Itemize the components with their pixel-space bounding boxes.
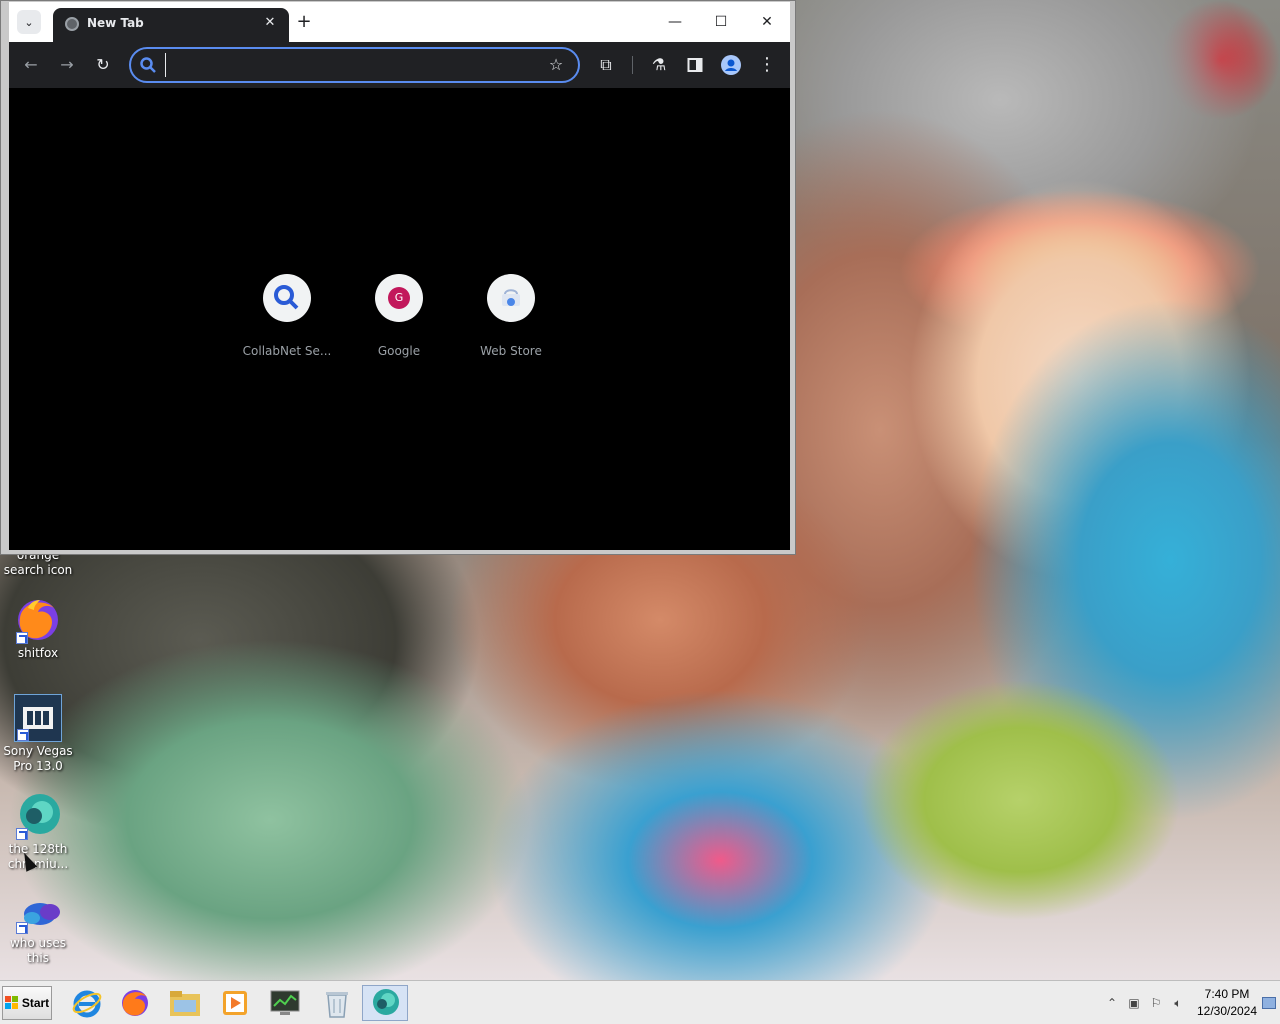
taskbar-app-task-manager[interactable] <box>262 985 308 1021</box>
flask-icon: ⚗ <box>651 55 667 74</box>
tile-label: CollabNet Se... <box>242 344 332 358</box>
clock-time[interactable]: 7:40 PM <box>1186 987 1268 1001</box>
tab-search-button[interactable]: ⌄ <box>17 10 41 34</box>
tab-new-tab[interactable]: New Tab ✕ <box>53 8 289 42</box>
tile-label: Google <box>377 344 421 358</box>
chevron-down-icon: ⌄ <box>24 15 34 29</box>
tray-expand-icon[interactable]: ⌃ <box>1104 995 1120 1011</box>
side-panel-button[interactable] <box>682 52 708 78</box>
minimize-button[interactable]: — <box>655 6 695 38</box>
back-button[interactable]: ← <box>18 52 44 78</box>
browser-titlebar[interactable]: ⌄ New Tab ✕ + — ☐ ✕ <box>9 2 790 42</box>
arrow-right-icon: → <box>60 55 74 74</box>
taskbar-app-media-player[interactable] <box>212 985 258 1021</box>
close-window-button[interactable]: ✕ <box>747 6 787 38</box>
taskbar-app-file-explorer[interactable] <box>162 985 208 1021</box>
tile-icon-bg: G <box>375 274 423 322</box>
browser-toolbar: ← → ↻ ☆ ⧉ ⚗ ⋮ <box>9 42 790 88</box>
desktop-icon-shitfox[interactable]: shitfox <box>0 596 76 661</box>
shortcut-arrow-icon <box>16 922 28 934</box>
tab-close-button[interactable]: ✕ <box>261 14 279 32</box>
recycle-bin-icon <box>326 992 348 1018</box>
edge-icon <box>14 898 62 934</box>
browser-window: ⌄ New Tab ✕ + — ☐ ✕ ← → ↻ ☆ ⧉ ⚗ ⋮ Collab… <box>0 0 796 555</box>
desktop-icon-label: the 128th chromiu... <box>7 842 69 871</box>
shortcut-arrow-icon <box>16 632 28 644</box>
ie-icon <box>72 990 102 1018</box>
tile-label: Web Store <box>480 344 542 358</box>
menu-button[interactable]: ⋮ <box>754 52 780 78</box>
shortcut-arrow-icon <box>17 729 29 741</box>
globe-icon <box>65 17 79 31</box>
toolbar-divider <box>632 56 633 74</box>
volume-icon[interactable]: 🔈︎ <box>1170 995 1186 1011</box>
chromium-icon <box>14 792 62 840</box>
monitor-icon <box>270 990 300 1015</box>
labs-button[interactable]: ⚗ <box>646 52 672 78</box>
desktop-icon-who-uses-this[interactable]: who uses this <box>0 898 76 966</box>
taskbar-app-recycle-bin[interactable] <box>314 985 360 1021</box>
new-tab-button[interactable]: + <box>292 10 316 34</box>
tile-icon-bg <box>263 274 311 322</box>
arrow-left-icon: ← <box>24 55 38 74</box>
desktop-icon-label: shitfox <box>17 646 59 660</box>
clock-date[interactable]: 12/30/2024 <box>1186 1004 1268 1018</box>
shortcut-arrow-icon <box>16 828 28 840</box>
search-icon <box>274 285 299 310</box>
reload-icon: ↻ <box>96 55 110 74</box>
web-store-icon <box>502 289 520 306</box>
taskbar-app-chromium[interactable] <box>362 985 408 1021</box>
kebab-menu-icon: ⋮ <box>758 54 776 75</box>
search-icon <box>140 57 156 73</box>
address-input[interactable] <box>165 53 525 77</box>
film-icon <box>14 694 62 742</box>
profile-button[interactable] <box>718 52 744 78</box>
desktop-icon-label: Sony Vegas Pro 13.0 <box>3 744 73 773</box>
new-tab-page: CollabNet Se... G Google Web Store <box>9 88 790 550</box>
media-icon <box>223 991 247 1015</box>
firefox-icon <box>14 596 62 644</box>
desktop-icon-sony-vegas[interactable]: Sony Vegas Pro 13.0 <box>0 694 76 774</box>
google-badge-letter: G <box>394 291 404 304</box>
shortcut-tile-web-store[interactable]: Web Store <box>455 274 567 360</box>
start-label: Start <box>21 996 50 1010</box>
bookmark-star-icon[interactable]: ☆ <box>546 55 566 75</box>
desktop-icon-chromium[interactable]: the 128th chromiu... <box>0 792 76 872</box>
windows-flag-icon <box>4 996 18 1009</box>
taskbar-app-internet-explorer[interactable] <box>64 985 110 1021</box>
omnibox[interactable]: ☆ <box>129 47 580 83</box>
avatar-icon <box>721 55 741 75</box>
forward-button[interactable]: → <box>54 52 80 78</box>
side-panel-icon <box>687 58 703 72</box>
folder-icon <box>170 991 200 1016</box>
puzzle-icon: ⧉ <box>600 55 612 74</box>
show-desktop-button[interactable] <box>1262 997 1276 1009</box>
action-center-flag-icon[interactable]: ⚐ <box>1148 995 1164 1011</box>
reload-button[interactable]: ↻ <box>90 52 116 78</box>
shortcut-tile-collabnet[interactable]: CollabNet Se... <box>231 274 343 360</box>
maximize-button[interactable]: ☐ <box>701 6 741 38</box>
network-icon[interactable]: ▣ <box>1126 995 1142 1011</box>
google-g-icon: G <box>388 287 410 309</box>
tile-icon-bg <box>487 274 535 322</box>
start-button[interactable]: Start <box>2 986 52 1020</box>
taskbar: Start ⌃ ▣ ⚐ 🔈︎ 7:40 PM 12/30/2024 <box>0 980 1280 1024</box>
chromium-icon <box>373 989 399 1015</box>
tab-title: New Tab <box>87 16 144 30</box>
taskbar-app-firefox[interactable] <box>112 985 158 1021</box>
firefox-icon <box>122 990 148 1016</box>
shortcut-tile-google[interactable]: G Google <box>343 274 455 360</box>
extensions-button[interactable]: ⧉ <box>593 52 619 78</box>
desktop-icon-label: who uses this <box>9 936 67 965</box>
